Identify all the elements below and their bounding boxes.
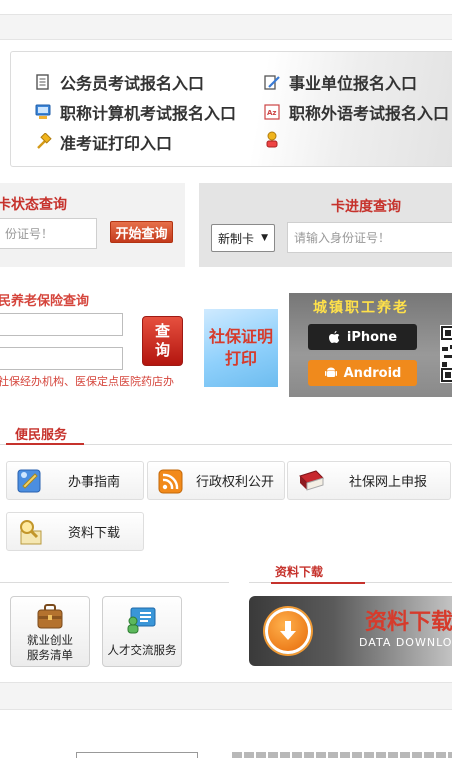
- bottom-divider-strip: [0, 682, 452, 710]
- pension-query-button[interactable]: 查 询: [142, 316, 183, 366]
- services-section-title: 便民服务: [6, 424, 84, 445]
- entry-link-label: 事业单位报名入口: [289, 74, 418, 93]
- service-tile-admin-rights[interactable]: 行政权利公开: [147, 461, 285, 500]
- document-icon: [36, 74, 49, 90]
- entry-link-extra[interactable]: [263, 130, 289, 148]
- download-banner-subtitle: DATA DOWNLO: [359, 636, 452, 649]
- pension-query-note: 社保经办机构、医保定点医院药店办: [0, 375, 174, 388]
- employment-button-line: 服务清单: [27, 648, 73, 662]
- app-download-banner: 城镇职工养老 iPhone Android: [289, 293, 452, 397]
- card-type-select[interactable]: 新制卡 ▼: [211, 224, 275, 252]
- entry-link-language-exam[interactable]: Az 职称外语考试报名入口: [263, 100, 449, 124]
- entry-link-computer-exam[interactable]: 职称计算机考试报名入口: [34, 100, 236, 124]
- data-download-banner[interactable]: 资料下载 DATA DOWNLO: [249, 596, 452, 666]
- guide-icon: [17, 469, 41, 492]
- magnifier-icon: [20, 519, 42, 544]
- qr-code-icon: [440, 325, 452, 383]
- start-query-button[interactable]: 开始查询: [110, 221, 173, 243]
- service-tile-label: 社保网上申报: [348, 475, 427, 490]
- pencil-form-icon: [264, 75, 280, 90]
- app-banner-title: 城镇职工养老: [313, 300, 409, 316]
- service-tile-label: 办事指南: [67, 475, 120, 490]
- iphone-download-button[interactable]: iPhone: [308, 324, 417, 350]
- talent-exchange-button[interactable]: 人才交流服务: [102, 596, 182, 667]
- android-download-button[interactable]: Android: [308, 360, 417, 386]
- language-icon: Az: [264, 104, 280, 120]
- card-status-title: 卡状态查询: [0, 197, 67, 213]
- hammer-icon: [37, 133, 52, 149]
- download-arrow-icon: [265, 608, 311, 654]
- talent-button-line: 人才交流服务: [107, 643, 177, 657]
- entry-links-panel: 公务员考试报名入口 事业单位报名入口 职称计算机考试报名入口 Az 职称外语考试…: [10, 51, 452, 167]
- briefcase-icon: [37, 604, 63, 629]
- apple-icon: [328, 330, 340, 343]
- rss-icon: [158, 469, 183, 493]
- entry-link-label: 准考证打印入口: [60, 134, 173, 153]
- pension-id-input[interactable]: [0, 313, 123, 336]
- card-progress-title: 卡进度查询: [331, 199, 401, 215]
- entry-link-label: 职称外语考试报名入口: [289, 104, 450, 123]
- people-board-icon: [127, 607, 156, 634]
- entry-link-admission-ticket[interactable]: 准考证打印入口: [34, 130, 172, 154]
- print-banner-line: 打印: [224, 349, 257, 368]
- person-icon: [266, 131, 278, 148]
- entry-link-label: 职称计算机考试报名入口: [60, 104, 237, 123]
- top-divider-strip: [0, 14, 452, 40]
- pension-name-input[interactable]: [0, 347, 123, 370]
- book-icon: [299, 469, 324, 491]
- entry-link-public-institution[interactable]: 事业单位报名入口: [263, 70, 417, 94]
- android-icon: [324, 367, 337, 377]
- downloads-section-title: 资料下载: [271, 563, 365, 584]
- service-tile-guide[interactable]: 办事指南: [6, 461, 144, 500]
- service-tile-label: 行政权利公开: [195, 475, 274, 490]
- android-label: Android: [343, 365, 402, 381]
- entry-link-label: 公务员考试报名入口: [60, 74, 205, 93]
- certificate-print-banner[interactable]: 社保证明 打印: [204, 309, 278, 387]
- lower-divider-left: [0, 582, 229, 583]
- entry-link-civil-servant[interactable]: 公务员考试报名入口: [34, 70, 204, 94]
- iphone-label: iPhone: [346, 329, 398, 345]
- service-tile-label: 资料下载: [67, 526, 120, 541]
- download-banner-title: 资料下载: [365, 610, 452, 635]
- employment-button-line: 就业创业: [27, 633, 73, 647]
- service-tile-online-declaration[interactable]: 社保网上申报: [287, 461, 451, 500]
- chevron-down-icon: ▼: [261, 233, 268, 243]
- card-status-id-input[interactable]: 份证号！: [0, 218, 97, 249]
- svg-text:Az: Az: [267, 109, 277, 117]
- card-progress-id-input[interactable]: 请输入身份证号！: [287, 222, 452, 253]
- pension-query-title: 民养老保险查询: [0, 294, 90, 309]
- footer-text: [232, 752, 452, 758]
- employment-services-button[interactable]: 就业创业 服务清单: [10, 596, 90, 667]
- footer-logo: [76, 752, 198, 758]
- query-button-line: 查: [154, 322, 170, 340]
- query-button-line: 询: [154, 341, 170, 359]
- service-tile-downloads[interactable]: 资料下载: [6, 512, 144, 551]
- computer-icon: [35, 104, 51, 119]
- print-banner-line: 社保证明: [208, 327, 273, 346]
- card-type-select-value: 新制卡: [218, 231, 255, 246]
